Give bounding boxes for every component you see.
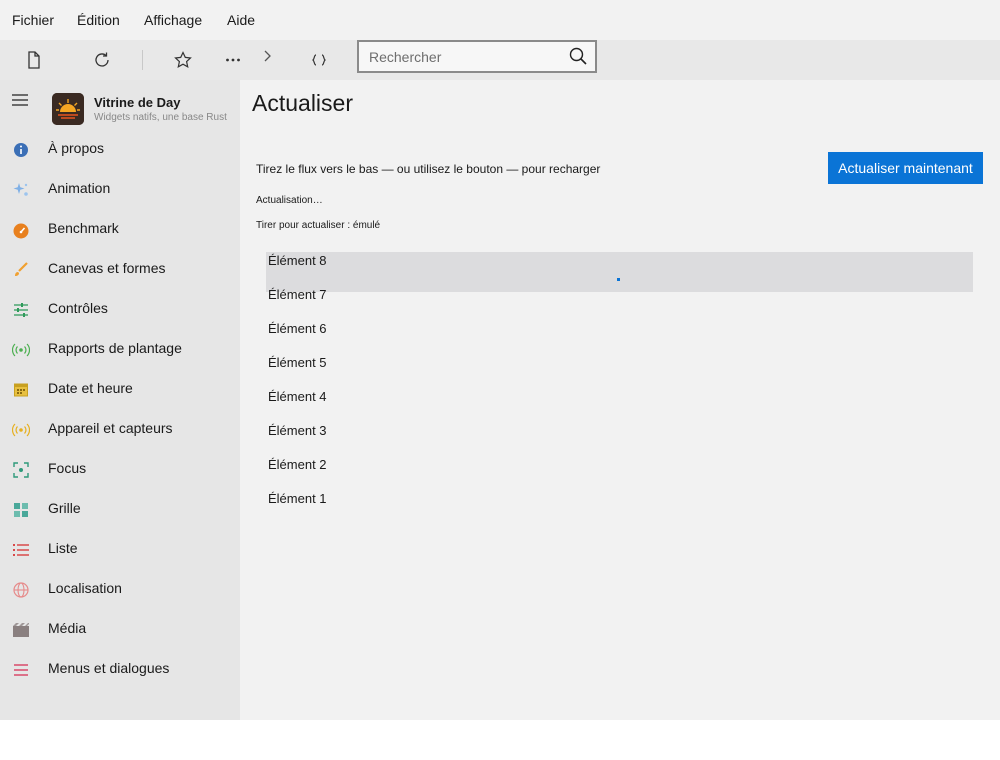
sidebar-item-label: À propos — [48, 140, 105, 156]
sidebar-item-label: Rapports de plantage — [48, 340, 182, 356]
menu-aide[interactable]: Aide — [227, 12, 255, 28]
sliders-icon — [12, 301, 30, 319]
sidebar-item-label: Canevas et formes — [48, 260, 166, 276]
sidebar-item-media[interactable]: Média — [0, 609, 240, 649]
sidebar-item-label: Média — [48, 620, 87, 636]
sidebar-item-canevas[interactable]: Canevas et formes — [0, 249, 240, 289]
sidebar-item-menus-dialogues[interactable]: Menus et dialogues — [0, 649, 240, 689]
globe-icon — [12, 581, 30, 599]
menu-icon — [12, 661, 30, 679]
sidebar-item-rapports[interactable]: Rapports de plantage — [0, 329, 240, 369]
sidebar-item-grille[interactable]: Grille — [0, 489, 240, 529]
status-text: Actualisation… — [256, 195, 323, 206]
pull-to-refresh-label: Tirer pour actualiser : émulé — [256, 220, 381, 231]
list-item[interactable]: Élément 5 — [268, 355, 327, 370]
sparkle-icon — [12, 181, 30, 199]
speedometer-icon — [12, 221, 30, 239]
app-logo — [52, 93, 84, 125]
list-item[interactable]: Élément 4 — [268, 389, 327, 404]
sidebar-item-benchmark[interactable]: Benchmark — [0, 209, 240, 249]
sidebar-item-label: Liste — [48, 540, 78, 556]
sidebar-item-localisation[interactable]: Localisation — [0, 569, 240, 609]
menu-bar: Fichier Édition Affichage Aide — [0, 0, 1000, 40]
list-item[interactable]: Élément 8 — [268, 253, 327, 268]
sidebar-item-label: Benchmark — [48, 220, 119, 236]
toolbar-separator — [142, 50, 143, 70]
sidebar-item-focus[interactable]: Focus — [0, 449, 240, 489]
page-description: Tirez le flux vers le bas — ou utilisez … — [256, 162, 601, 176]
list-item[interactable]: Élément 2 — [268, 457, 327, 472]
app-title: Vitrine de Day — [94, 95, 181, 110]
info-icon — [12, 141, 30, 159]
sidebar-item-label: Contrôles — [48, 300, 108, 316]
search-icon[interactable] — [569, 47, 587, 70]
sidebar-item-appareil[interactable]: Appareil et capteurs — [0, 409, 240, 449]
refresh-now-button[interactable]: Actualiser maintenant — [828, 152, 983, 184]
sidebar-item-label: Grille — [48, 500, 81, 516]
list-item[interactable]: Élément 1 — [268, 491, 327, 506]
list-item[interactable]: Élément 6 — [268, 321, 327, 336]
sidebar-item-a-propos[interactable]: À propos — [0, 129, 240, 169]
hamburger-menu-icon[interactable] — [12, 93, 28, 112]
refresh-icon[interactable] — [90, 48, 114, 72]
sidebar-item-label: Menus et dialogues — [48, 660, 170, 676]
menu-fichier[interactable]: Fichier — [12, 12, 54, 28]
list-icon — [12, 541, 30, 559]
app-subtitle: Widgets natifs, une base Rust — [94, 112, 227, 123]
chevron-right-icon[interactable] — [255, 44, 279, 68]
list-item[interactable]: Élément 3 — [268, 423, 327, 438]
braces-icon[interactable] — [307, 48, 331, 72]
page-title: Actualiser — [252, 90, 353, 116]
sidebar-item-label: Focus — [48, 460, 87, 476]
film-icon — [12, 621, 30, 639]
refresh-indicator-band — [266, 252, 973, 292]
list-item[interactable]: Élément 7 — [268, 287, 327, 302]
sidebar-item-label: Localisation — [48, 580, 122, 596]
search-placeholder: Rechercher — [369, 49, 442, 65]
sensor-icon — [11, 421, 31, 439]
sidebar-item-label: Date et heure — [48, 380, 133, 396]
sidebar-item-controles[interactable]: Contrôles — [0, 289, 240, 329]
main-content: Actualiser Tirez le flux vers le bas — o… — [240, 80, 1000, 720]
sidebar-item-animation[interactable]: Animation — [0, 169, 240, 209]
search-input[interactable]: Rechercher — [357, 40, 597, 73]
sidebar: Vitrine de Day Widgets natifs, une base … — [0, 80, 240, 720]
brush-icon — [12, 261, 30, 279]
sidebar-item-label: Appareil et capteurs — [48, 420, 173, 436]
sidebar-item-date-heure[interactable]: Date et heure — [0, 369, 240, 409]
sidebar-item-label: Animation — [48, 180, 111, 196]
menu-edition[interactable]: Édition — [77, 12, 120, 28]
refresh-spinner — [617, 278, 620, 281]
menu-affichage[interactable]: Affichage — [144, 12, 202, 28]
calendar-icon — [12, 381, 30, 399]
sidebar-item-liste[interactable]: Liste — [0, 529, 240, 569]
broadcast-icon — [11, 341, 31, 359]
focus-icon — [12, 461, 30, 479]
document-icon[interactable] — [22, 48, 46, 72]
star-icon[interactable] — [171, 48, 195, 72]
grid-icon — [12, 501, 30, 519]
more-icon[interactable] — [221, 48, 245, 72]
